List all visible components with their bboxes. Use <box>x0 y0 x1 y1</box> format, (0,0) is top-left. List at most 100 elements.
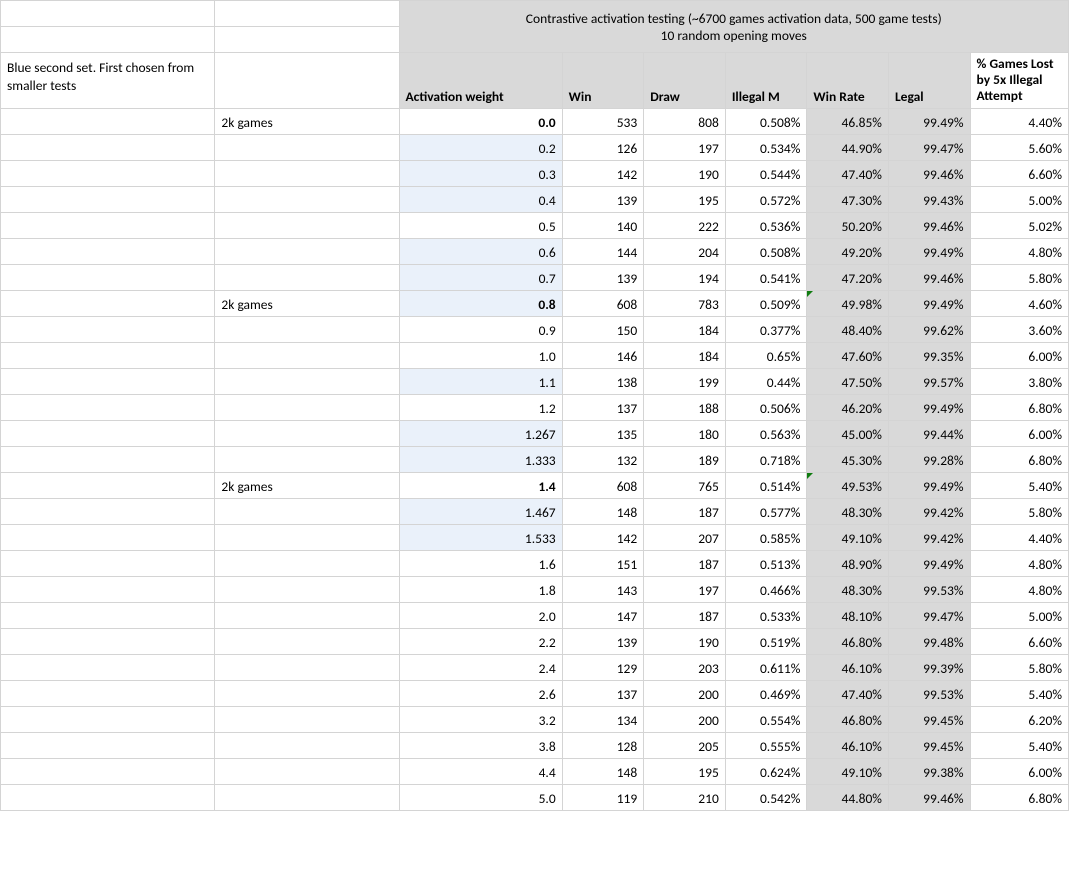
win-cell[interactable]: 132 <box>562 446 644 472</box>
lost-cell[interactable]: 6.20% <box>970 706 1068 732</box>
activation-cell[interactable]: 4.4 <box>399 758 562 784</box>
activation-cell[interactable]: 1.467 <box>399 498 562 524</box>
note-cell[interactable] <box>1 654 215 680</box>
activation-cell[interactable]: 1.0 <box>399 342 562 368</box>
illegal-cell[interactable]: 0.466% <box>725 576 807 602</box>
activation-cell[interactable]: 2.6 <box>399 680 562 706</box>
draw-cell[interactable]: 180 <box>644 420 726 446</box>
illegal-cell[interactable]: 0.555% <box>725 732 807 758</box>
draw-cell[interactable]: 197 <box>644 134 726 160</box>
activation-cell[interactable]: 2.4 <box>399 654 562 680</box>
games-cell[interactable] <box>215 420 399 446</box>
note-cell[interactable] <box>1 368 215 394</box>
legal-cell[interactable]: 99.45% <box>888 732 970 758</box>
win-cell[interactable]: 142 <box>562 160 644 186</box>
games-cell[interactable] <box>215 732 399 758</box>
note-cell[interactable] <box>1 290 215 316</box>
illegal-cell[interactable]: 0.508% <box>725 238 807 264</box>
lost-cell[interactable]: 5.40% <box>970 472 1068 498</box>
note-cell[interactable] <box>1 446 215 472</box>
illegal-cell[interactable]: 0.377% <box>725 316 807 342</box>
draw-cell[interactable]: 190 <box>644 628 726 654</box>
games-cell[interactable] <box>215 628 399 654</box>
draw-cell[interactable]: 187 <box>644 602 726 628</box>
lost-cell[interactable]: 5.00% <box>970 602 1068 628</box>
legal-cell[interactable]: 99.44% <box>888 420 970 446</box>
illegal-cell[interactable]: 0.514% <box>725 472 807 498</box>
winrate-cell[interactable]: 50.20% <box>807 212 889 238</box>
activation-cell[interactable]: 1.533 <box>399 524 562 550</box>
lost-cell[interactable]: 6.80% <box>970 394 1068 420</box>
lost-cell[interactable]: 5.60% <box>970 134 1068 160</box>
col-winrate-header[interactable]: Win Rate <box>807 53 889 109</box>
empty-cell[interactable] <box>215 53 399 109</box>
illegal-cell[interactable]: 0.534% <box>725 134 807 160</box>
activation-cell[interactable]: 0.8 <box>399 290 562 316</box>
winrate-cell[interactable]: 49.53% <box>807 472 889 498</box>
win-cell[interactable]: 139 <box>562 186 644 212</box>
lost-cell[interactable]: 4.80% <box>970 550 1068 576</box>
winrate-cell[interactable]: 47.20% <box>807 264 889 290</box>
legal-cell[interactable]: 99.53% <box>888 680 970 706</box>
activation-cell[interactable]: 0.6 <box>399 238 562 264</box>
draw-cell[interactable]: 187 <box>644 550 726 576</box>
legal-cell[interactable]: 99.49% <box>888 550 970 576</box>
win-cell[interactable]: 151 <box>562 550 644 576</box>
winrate-cell[interactable]: 46.10% <box>807 732 889 758</box>
games-cell[interactable] <box>215 316 399 342</box>
winrate-cell[interactable]: 48.30% <box>807 498 889 524</box>
legal-cell[interactable]: 99.49% <box>888 472 970 498</box>
note-cell[interactable] <box>1 498 215 524</box>
note-cell[interactable] <box>1 550 215 576</box>
lost-cell[interactable]: 5.80% <box>970 498 1068 524</box>
empty-cell[interactable] <box>1 27 215 53</box>
note-cell[interactable] <box>1 134 215 160</box>
legal-cell[interactable]: 99.47% <box>888 134 970 160</box>
winrate-cell[interactable]: 45.30% <box>807 446 889 472</box>
activation-cell[interactable]: 1.333 <box>399 446 562 472</box>
empty-cell[interactable] <box>215 27 399 53</box>
winrate-cell[interactable]: 47.40% <box>807 680 889 706</box>
win-cell[interactable]: 147 <box>562 602 644 628</box>
col-legal-header[interactable]: Legal <box>888 53 970 109</box>
games-cell[interactable] <box>215 446 399 472</box>
lost-cell[interactable]: 6.60% <box>970 160 1068 186</box>
winrate-cell[interactable]: 47.50% <box>807 368 889 394</box>
draw-cell[interactable]: 200 <box>644 680 726 706</box>
lost-cell[interactable]: 4.80% <box>970 238 1068 264</box>
legal-cell[interactable]: 99.45% <box>888 706 970 732</box>
draw-cell[interactable]: 765 <box>644 472 726 498</box>
col-draw-header[interactable]: Draw <box>644 53 726 109</box>
win-cell[interactable]: 142 <box>562 524 644 550</box>
activation-cell[interactable]: 1.6 <box>399 550 562 576</box>
note-cell[interactable] <box>1 212 215 238</box>
games-cell[interactable] <box>215 706 399 732</box>
lost-cell[interactable]: 4.80% <box>970 576 1068 602</box>
win-cell[interactable]: 148 <box>562 498 644 524</box>
lost-cell[interactable]: 5.02% <box>970 212 1068 238</box>
winrate-cell[interactable]: 49.10% <box>807 758 889 784</box>
draw-cell[interactable]: 195 <box>644 758 726 784</box>
win-cell[interactable]: 608 <box>562 290 644 316</box>
win-cell[interactable]: 138 <box>562 368 644 394</box>
col-illegal-header[interactable]: Illegal M <box>725 53 807 109</box>
lost-cell[interactable]: 6.00% <box>970 420 1068 446</box>
win-cell[interactable]: 137 <box>562 680 644 706</box>
winrate-cell[interactable]: 47.30% <box>807 186 889 212</box>
winrate-cell[interactable]: 44.80% <box>807 784 889 810</box>
lost-cell[interactable]: 6.80% <box>970 784 1068 810</box>
draw-cell[interactable]: 204 <box>644 238 726 264</box>
illegal-cell[interactable]: 0.508% <box>725 108 807 134</box>
draw-cell[interactable]: 222 <box>644 212 726 238</box>
draw-cell[interactable]: 190 <box>644 160 726 186</box>
games-cell[interactable] <box>215 602 399 628</box>
draw-cell[interactable]: 207 <box>644 524 726 550</box>
activation-cell[interactable]: 0.5 <box>399 212 562 238</box>
legal-cell[interactable]: 99.46% <box>888 784 970 810</box>
col-lost-header[interactable]: % Games Lost by 5x Illegal Attempt <box>970 53 1068 109</box>
games-cell[interactable]: 2k games <box>215 472 399 498</box>
win-cell[interactable]: 140 <box>562 212 644 238</box>
empty-cell[interactable] <box>1 1 215 27</box>
games-cell[interactable] <box>215 654 399 680</box>
win-cell[interactable]: 533 <box>562 108 644 134</box>
